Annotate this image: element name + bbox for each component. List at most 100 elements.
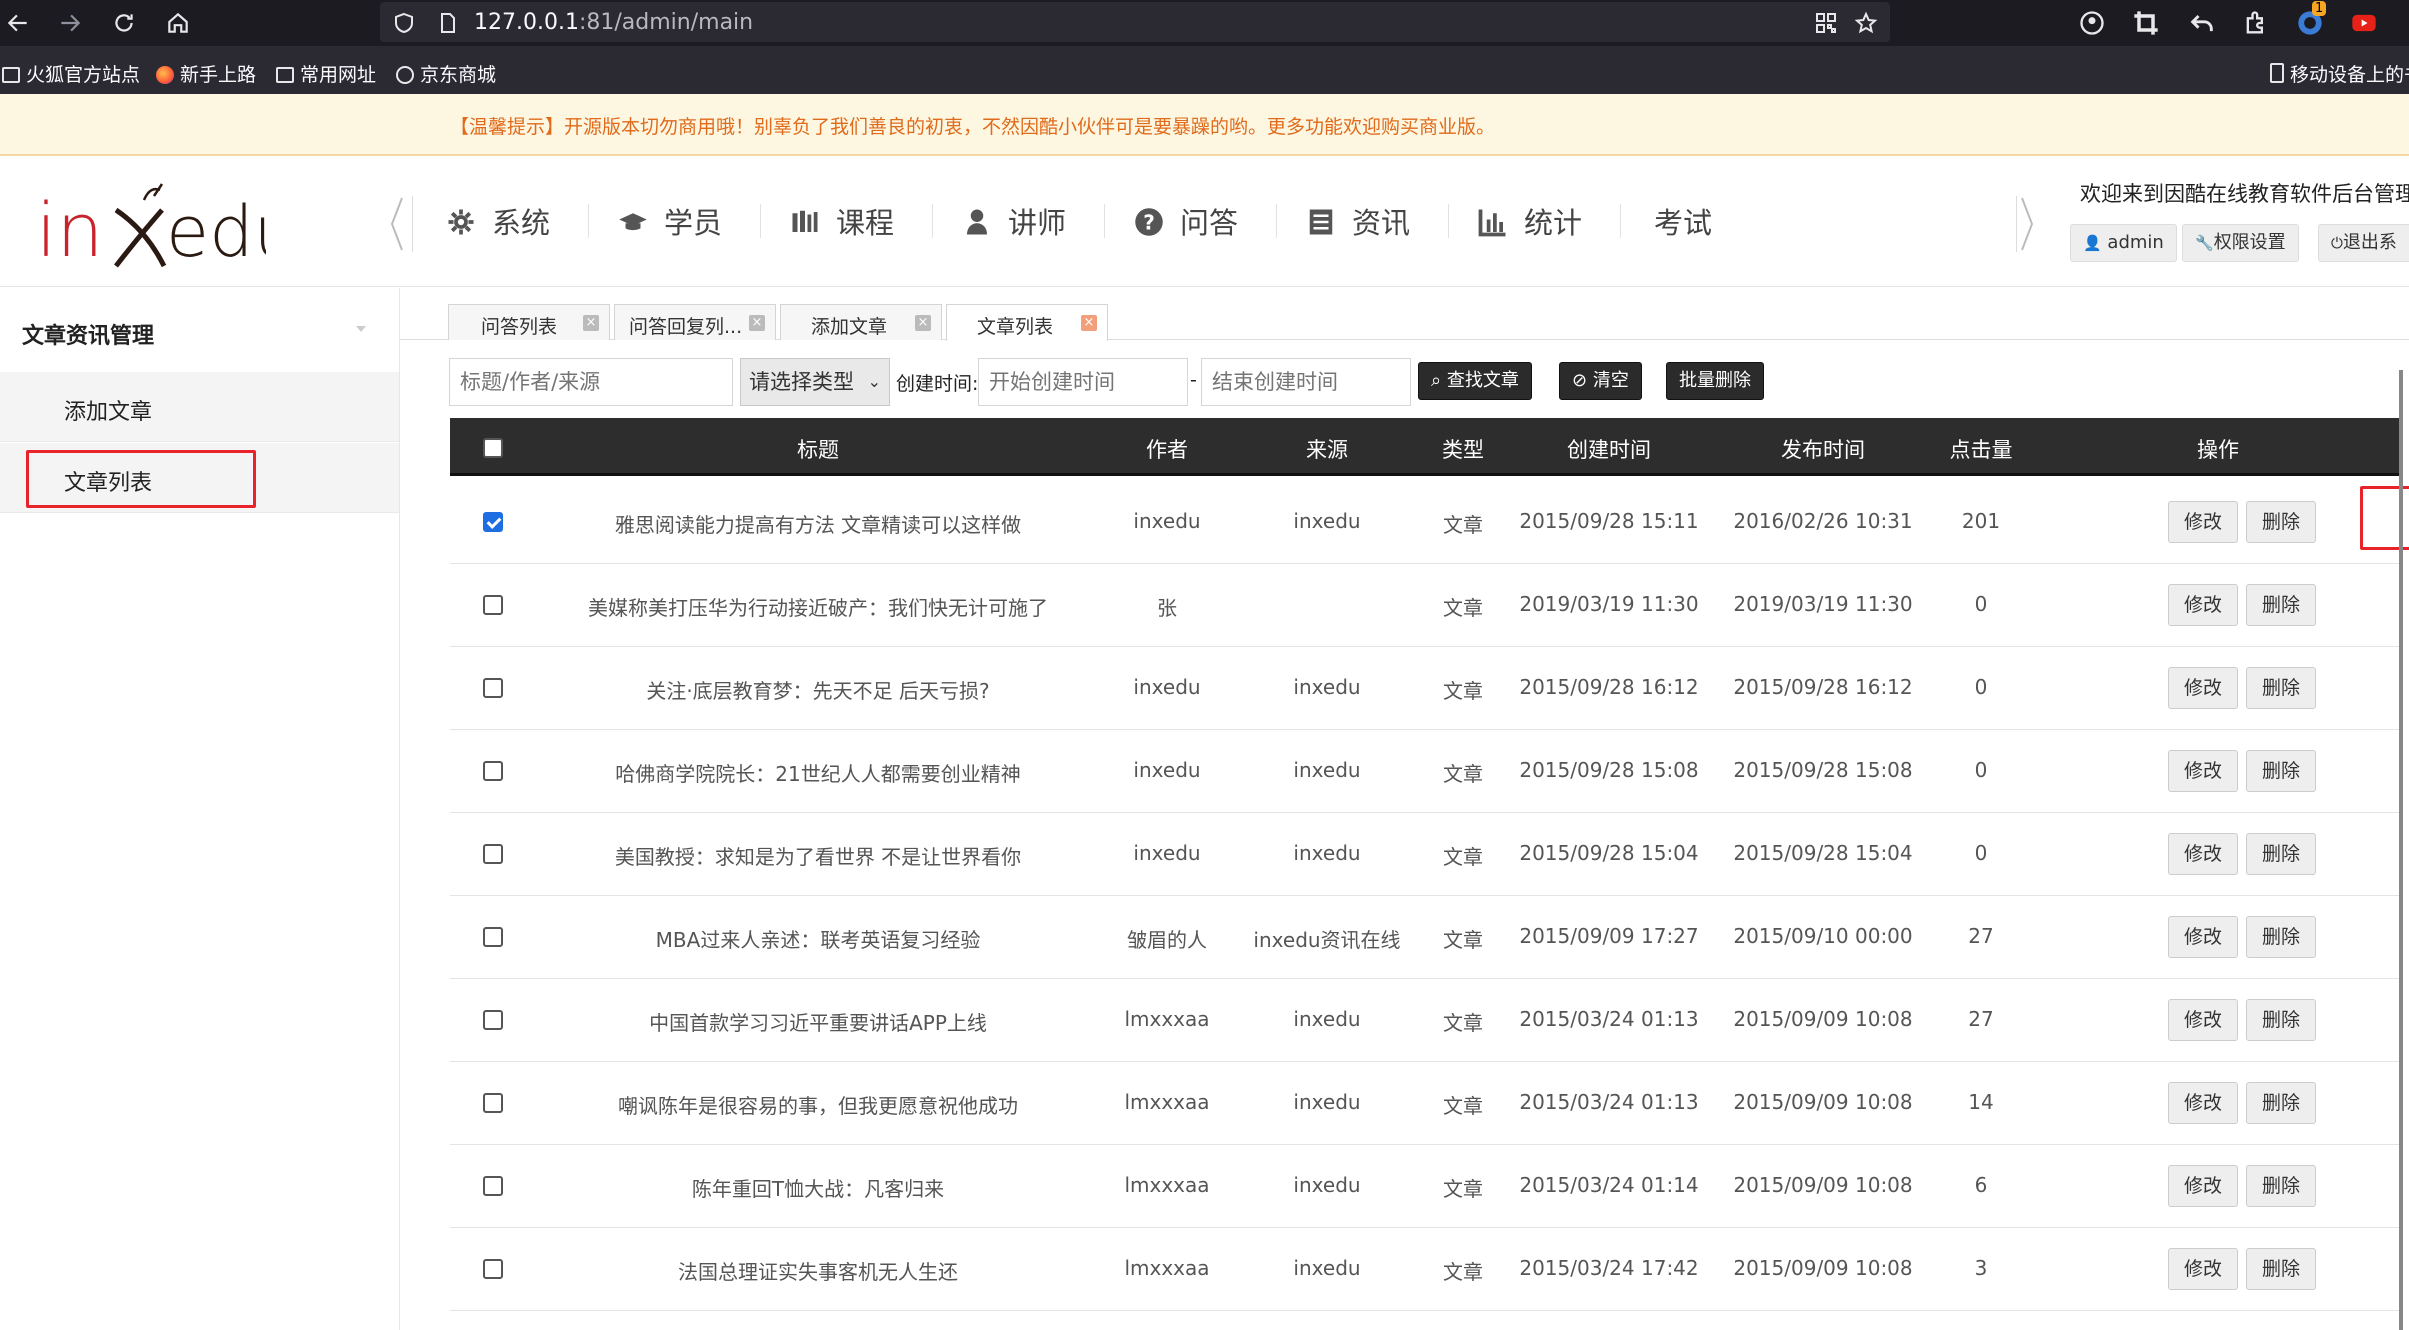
menu-next-arrow[interactable]	[2020, 196, 2034, 252]
cell-clicks: 201	[1961, 509, 2001, 533]
edit-button[interactable]: 修改	[2168, 1082, 2238, 1124]
menu-teachers[interactable]: 讲师	[962, 200, 1066, 240]
close-icon[interactable]: ×	[915, 315, 931, 331]
extension-badge-button[interactable]: 1	[2296, 1, 2327, 37]
bookmark-item[interactable]: 新手上路	[156, 60, 256, 87]
bookmark-item[interactable]: 常用网址	[276, 60, 376, 87]
delete-button[interactable]: 删除	[2246, 1248, 2316, 1290]
chevron-down-icon[interactable]	[356, 326, 366, 332]
delete-button[interactable]: 删除	[2246, 916, 2316, 958]
delete-button[interactable]: 删除	[2246, 1082, 2316, 1124]
clear-button[interactable]: ⊘ 清空	[1559, 362, 1642, 400]
gear-icon	[448, 209, 474, 235]
row-checkbox[interactable]	[483, 761, 503, 781]
row-checkbox[interactable]	[483, 1176, 503, 1196]
graduation-cap-icon	[619, 213, 647, 231]
delete-button[interactable]: 删除	[2246, 584, 2316, 626]
home-button[interactable]	[162, 7, 194, 39]
vertical-scrollbar[interactable]	[2399, 370, 2403, 1330]
edit-button[interactable]: 修改	[2168, 1165, 2238, 1207]
start-time-input[interactable]	[978, 358, 1188, 406]
forward-button[interactable]	[54, 7, 86, 39]
end-time-input[interactable]	[1201, 358, 1411, 406]
cell-created: 2015/09/28 15:04	[1519, 841, 1699, 865]
mobile-icon	[2270, 63, 2284, 83]
row-checkbox[interactable]	[483, 1093, 503, 1113]
inxedu-logo[interactable]: in edu	[36, 180, 266, 270]
edit-button[interactable]: 修改	[2168, 584, 2238, 626]
arrow-left-icon	[7, 14, 27, 32]
row-checkbox[interactable]	[483, 678, 503, 698]
row-checkbox[interactable]	[483, 844, 503, 864]
delete-button[interactable]: 删除	[2246, 667, 2316, 709]
type-select[interactable]: 请选择类型 ⌄	[740, 358, 890, 406]
search-article-button[interactable]: ⌕ 查找文章	[1418, 362, 1532, 400]
tab-add-article[interactable]: 添加文章 ×	[780, 304, 942, 340]
cell-created: 2015/09/09 17:27	[1519, 924, 1699, 948]
cell-author: lmxxxaa	[1124, 1256, 1210, 1280]
menu-students[interactable]: 学员	[618, 200, 722, 240]
close-icon[interactable]: ×	[749, 315, 765, 331]
table-row: 中国首款学习习近平重要讲话APP上线 lmxxxaa inxedu 文章 2015/03…	[450, 979, 2402, 1062]
edit-button[interactable]: 修改	[2168, 916, 2238, 958]
row-checkbox[interactable]	[483, 1010, 503, 1030]
menu-courses[interactable]: 课程	[790, 200, 894, 240]
menu-qa[interactable]: ? 问答	[1134, 200, 1238, 240]
select-all-checkbox[interactable]	[483, 438, 503, 458]
permission-button[interactable]: 🔧权限设置	[2182, 224, 2299, 262]
delete-button[interactable]: 删除	[2246, 501, 2316, 543]
shield-icon[interactable]	[392, 11, 416, 35]
mobile-bookmarks[interactable]: 移动设备上的书	[2270, 60, 2409, 87]
address-bar[interactable]: 127.0.0.1:81/admin/main	[380, 2, 1890, 42]
close-icon[interactable]: ×	[1081, 315, 1097, 331]
logout-button[interactable]: ⏻退出系	[2318, 224, 2409, 262]
delete-button[interactable]: 删除	[2246, 750, 2316, 792]
chevron-down-icon: ⌄	[867, 372, 881, 391]
edit-button[interactable]: 修改	[2168, 833, 2238, 875]
tab-qa-reply-list[interactable]: 问答回复列... ×	[614, 304, 776, 340]
video-extension-button[interactable]	[2350, 9, 2378, 37]
menu-system[interactable]: 系统	[446, 200, 550, 240]
reload-button[interactable]	[108, 7, 140, 39]
edit-button[interactable]: 修改	[2168, 667, 2238, 709]
bookmark-star-icon[interactable]	[1854, 11, 1878, 35]
row-checkbox[interactable]	[483, 595, 503, 615]
tab-article-list[interactable]: 文章列表 ×	[946, 304, 1108, 341]
edit-button[interactable]: 修改	[2168, 501, 2238, 543]
back-button[interactable]	[2, 7, 34, 39]
close-icon[interactable]: ×	[583, 315, 599, 331]
keyword-input[interactable]	[449, 358, 733, 406]
bookmark-item[interactable]: 京东商城	[396, 60, 496, 87]
account-icon[interactable]	[2078, 9, 2106, 37]
batch-delete-button[interactable]: 批量删除	[1666, 362, 1764, 400]
crop-icon[interactable]	[2132, 9, 2160, 37]
delete-button[interactable]: 删除	[2246, 833, 2316, 875]
cell-source: inxedu	[1293, 1007, 1361, 1031]
undo-icon[interactable]	[2188, 9, 2216, 37]
edit-button[interactable]: 修改	[2168, 750, 2238, 792]
menu-exam[interactable]: 考试	[1654, 200, 1712, 240]
row-checkbox[interactable]	[483, 927, 503, 947]
sidebar: 文章资讯管理 添加文章 文章列表	[0, 288, 400, 1330]
row-checkbox[interactable]	[483, 1259, 503, 1279]
table-row: 陈年重回T恤大战：凡客归来 lmxxxaa inxedu 文章 2015/03/24 0…	[450, 1145, 2402, 1228]
edit-button[interactable]: 修改	[2168, 999, 2238, 1041]
qr-code-icon[interactable]	[1814, 11, 1838, 35]
menu-prev-arrow[interactable]	[390, 196, 404, 252]
sidebar-item-add-article[interactable]: 添加文章	[0, 372, 399, 442]
edit-button[interactable]: 修改	[2168, 1248, 2238, 1290]
tab-label: 问答列表	[481, 316, 558, 338]
menu-label: 系统	[492, 206, 551, 240]
delete-button[interactable]: 删除	[2246, 1165, 2316, 1207]
cell-created: 2015/03/24 01:13	[1519, 1090, 1699, 1114]
admin-button[interactable]: 👤 admin	[2070, 224, 2177, 262]
bookmark-item[interactable]: 火狐官方站点	[2, 60, 140, 87]
menu-statistics[interactable]: 统计	[1478, 200, 1582, 240]
menu-label: 考试	[1654, 206, 1713, 240]
extensions-icon[interactable]	[2242, 9, 2270, 37]
tab-qa-list[interactable]: 问答列表 ×	[448, 304, 610, 340]
row-checkbox[interactable]	[483, 512, 503, 532]
sidebar-title[interactable]: 文章资讯管理	[22, 318, 154, 350]
menu-news[interactable]: 资讯	[1306, 200, 1410, 240]
delete-button[interactable]: 删除	[2246, 999, 2316, 1041]
